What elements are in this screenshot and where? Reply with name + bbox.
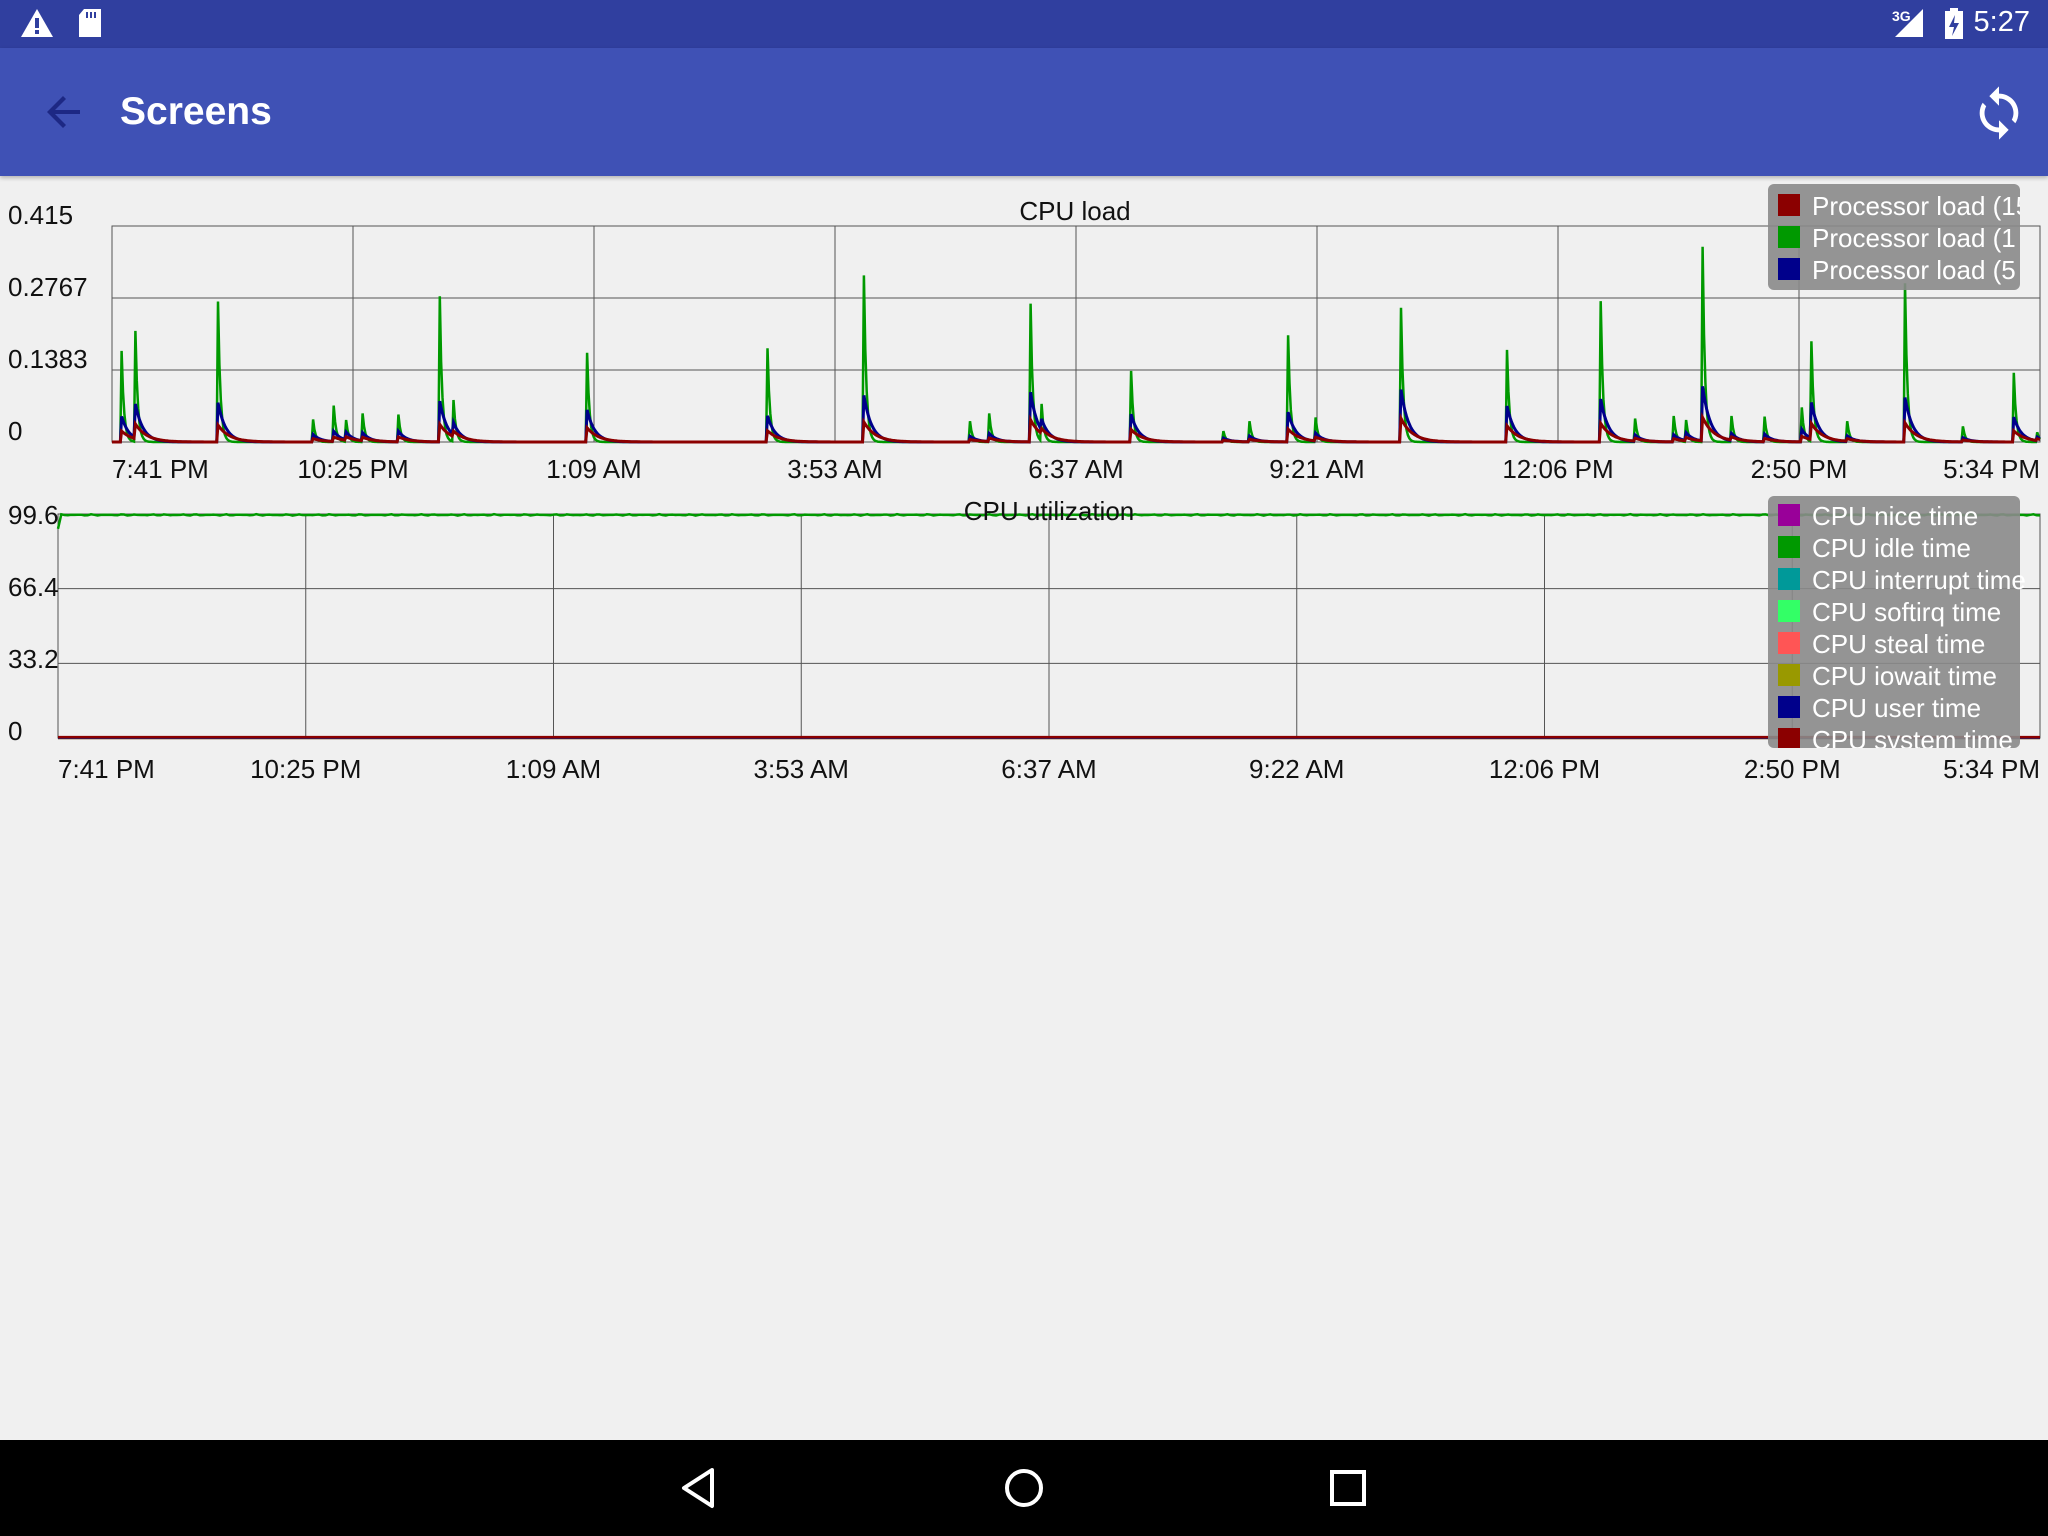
cpu-load-x-tick: 7:41 PM — [112, 454, 209, 484]
cpu-load-y-tick: 0.1383 — [8, 344, 88, 374]
cpu-util-y-tick: 33.2 — [8, 644, 59, 674]
back-button[interactable] — [40, 88, 88, 136]
back-triangle-icon — [682, 1468, 714, 1508]
legend-label: Processor load (5 — [1812, 255, 2016, 285]
cpu-util-grid — [57, 513, 2041, 739]
cpu-util-x-tick: 2:50 PM — [1744, 754, 1841, 784]
legend-swatch — [1778, 632, 1800, 654]
nav-back-button[interactable] — [676, 1464, 724, 1512]
status-time: 5:27 — [1973, 6, 2030, 38]
status-bar: 3G 5:27 — [0, 0, 2048, 48]
signal-icon — [1895, 9, 1923, 37]
nav-home-button[interactable] — [1000, 1464, 1048, 1512]
legend-label: CPU idle time — [1812, 533, 1971, 563]
legend-swatch — [1778, 536, 1800, 558]
legend-swatch — [1778, 664, 1800, 686]
legend-swatch — [1778, 226, 1800, 248]
cpu-util-x-tick: 3:53 AM — [754, 754, 849, 784]
legend-label: CPU interrupt time — [1812, 565, 2026, 595]
cpu-load-grid — [111, 225, 2041, 443]
cpu-util-x-tick: 12:06 PM — [1489, 754, 1600, 784]
cpu-util-x-tick: 9:22 AM — [1249, 754, 1344, 784]
legend-swatch — [1778, 568, 1800, 590]
cpu-util-y-tick: 66.4 — [8, 572, 59, 602]
legend-swatch — [1778, 258, 1800, 280]
legend-label: CPU user time — [1812, 693, 1981, 723]
cpu-load-y-tick: 0.2767 — [8, 272, 88, 302]
nav-recents-button[interactable] — [1324, 1464, 1372, 1512]
cpu-load-x-tick: 6:37 AM — [1028, 454, 1123, 484]
home-circle-icon — [1005, 1469, 1043, 1507]
cpu-util-y-tick: 99.6 — [8, 500, 59, 530]
legend-swatch — [1778, 696, 1800, 718]
refresh-icon — [1979, 86, 2019, 140]
page-title: Screens — [120, 90, 272, 133]
legend-label: CPU steal time — [1812, 629, 1985, 659]
cpu-load-chart: CPU load 0.415 0.2767 0.1383 0 7:41 PM 10… — [8, 184, 2042, 484]
legend-swatch — [1778, 728, 1800, 748]
sd-card-icon — [79, 9, 101, 37]
cpu-util-x-tick: 7:41 PM — [58, 754, 155, 784]
cpu-load-y-tick: 0.415 — [8, 200, 73, 230]
cpu-load-x-tick: 12:06 PM — [1502, 454, 1613, 484]
cpu-util-x-tick: 1:09 AM — [506, 754, 601, 784]
navigation-bar — [0, 1440, 2048, 1536]
cpu-util-title: CPU utilization — [964, 496, 1135, 526]
cpu-load-x-tick: 3:53 AM — [787, 454, 882, 484]
legend-label: CPU iowait time — [1812, 661, 1997, 691]
cpu-load-x-tick: 1:09 AM — [546, 454, 641, 484]
refresh-button[interactable] — [1970, 84, 2028, 142]
cpu-util-x-tick: 6:37 AM — [1001, 754, 1096, 784]
legend-swatch — [1778, 504, 1800, 526]
warning-icon — [21, 9, 53, 37]
cpu-util-x-tick: 10:25 PM — [250, 754, 361, 784]
cpu-load-title: CPU load — [1019, 196, 1130, 226]
cpu-util-x-tick: 5:34 PM — [1943, 754, 2040, 784]
legend-swatch — [1778, 600, 1800, 622]
legend-swatch — [1778, 194, 1800, 216]
battery-charging-icon — [1945, 8, 1963, 39]
cpu-load-legend: Processor load (15 Processor load (1 Pro… — [1768, 184, 2030, 290]
cpu-utilization-chart: CPU utilization 99.6 66.4 33.2 0 7:41 PM… — [8, 496, 2041, 784]
legend-label: CPU softirq time — [1812, 597, 2001, 627]
legend-label: Processor load (15 — [1812, 191, 2030, 221]
arrow-back-icon — [47, 96, 80, 128]
cpu-load-y-tick: 0 — [8, 416, 22, 446]
legend-label: Processor load (1 — [1812, 223, 2016, 253]
cpu-load-x-tick: 10:25 PM — [297, 454, 408, 484]
legend-label: CPU nice time — [1812, 501, 1978, 531]
cpu-load-x-tick: 2:50 PM — [1751, 454, 1848, 484]
cpu-load-x-tick: 5:34 PM — [1943, 454, 2040, 484]
cpu-util-legend: CPU nice time CPU idle time CPU interrup… — [1768, 496, 2026, 755]
recents-square-icon — [1330, 1470, 1366, 1506]
app-bar: Screens — [0, 48, 2048, 176]
cpu-util-y-tick: 0 — [8, 716, 22, 746]
cpu-load-x-tick: 9:21 AM — [1269, 454, 1364, 484]
legend-label: CPU system time — [1812, 725, 2013, 755]
